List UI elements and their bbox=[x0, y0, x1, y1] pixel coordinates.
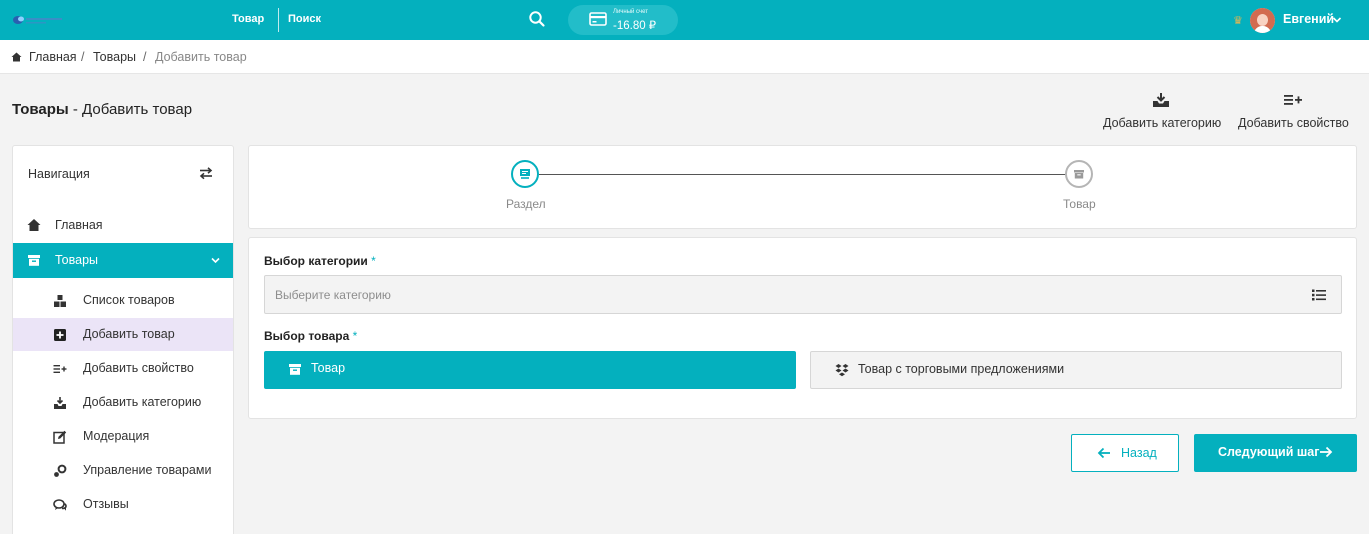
stepper-card bbox=[248, 145, 1357, 229]
inbox-download-icon bbox=[1153, 93, 1169, 107]
sidebar-title: Навигация bbox=[28, 167, 90, 181]
category-select[interactable]: Выберите категорию bbox=[264, 275, 1342, 314]
comments-icon bbox=[53, 499, 67, 511]
avatar[interactable] bbox=[1250, 8, 1275, 33]
home-icon[interactable] bbox=[11, 52, 22, 62]
breadcrumb: Главная / Товары / Добавить товар bbox=[0, 40, 1369, 74]
account-label: Личный счет bbox=[613, 9, 649, 15]
add-category-label: Добавить категорию bbox=[1103, 116, 1222, 130]
step-product-circle[interactable] bbox=[1065, 160, 1093, 188]
sidebar-subitem-label: Модерация bbox=[83, 429, 150, 443]
search-icon[interactable] bbox=[528, 10, 546, 28]
sidebar-item-label: Товары bbox=[55, 253, 98, 267]
sidebar-subitem-add-category[interactable]: Добавить категорию bbox=[13, 386, 233, 419]
product-label-text: Выбор товара bbox=[264, 329, 350, 343]
form-card bbox=[248, 237, 1357, 419]
choice-offers-button[interactable]: Товар с торговыми предложениями bbox=[810, 351, 1342, 389]
list-plus-icon bbox=[53, 365, 67, 373]
arrow-left-icon bbox=[1097, 447, 1110, 459]
breadcrumb-home[interactable]: Главная bbox=[29, 50, 77, 64]
sidebar-subitem-label: Добавить товар bbox=[83, 327, 175, 341]
breadcrumb-separator: / bbox=[81, 50, 85, 64]
logo[interactable] bbox=[12, 12, 64, 28]
add-category-action[interactable]: Добавить категорию bbox=[1103, 92, 1222, 134]
step-product-label: Товар bbox=[1063, 197, 1096, 211]
archive-box-icon bbox=[1074, 170, 1084, 179]
breadcrumb-current: Добавить товар bbox=[155, 50, 247, 64]
dropbox-boxes-icon bbox=[835, 364, 849, 377]
sidebar-subitem-reviews[interactable]: Отзывы bbox=[13, 488, 233, 521]
list-plus-icon bbox=[1284, 95, 1302, 105]
sidebar-subitem-add-product[interactable]: Добавить товар bbox=[13, 318, 233, 351]
nav-search-link[interactable]: Поиск bbox=[288, 13, 321, 25]
sidebar-subitem-label: Управление товарами bbox=[83, 463, 212, 477]
next-step-label: Следующий шаг bbox=[1218, 445, 1320, 459]
page-title: Товары - Добавить товар bbox=[12, 101, 192, 118]
stepper-line bbox=[539, 174, 1066, 175]
add-property-action[interactable]: Добавить свойство bbox=[1238, 92, 1349, 134]
page-title-section: Товары bbox=[12, 101, 69, 118]
sidebar-item-home[interactable]: Главная bbox=[13, 208, 233, 242]
category-label-text: Выбор категории bbox=[264, 254, 368, 268]
arrow-right-icon bbox=[1320, 446, 1333, 458]
step-section-label: Раздел bbox=[506, 197, 546, 211]
page-title-action: - Добавить товар bbox=[68, 101, 193, 118]
sidebar-item-label: Главная bbox=[55, 218, 103, 232]
sidebar-subitem-label: Список товаров bbox=[83, 293, 175, 307]
crown-icon: ♛ bbox=[1233, 15, 1243, 27]
sidebar-subitem-moderation[interactable]: Модерация bbox=[13, 420, 233, 453]
archive-box-icon bbox=[289, 364, 301, 375]
choice-offers-label: Товар с торговыми предложениями bbox=[858, 362, 1065, 376]
credit-card-icon bbox=[589, 12, 607, 26]
nav-product-link[interactable]: Товар bbox=[232, 13, 264, 25]
breadcrumb-separator: / bbox=[143, 50, 147, 64]
sidebar-subitem-product-management[interactable]: Управление товарами bbox=[13, 454, 233, 487]
next-step-button[interactable]: Следующий шаг bbox=[1194, 434, 1357, 472]
account-balance: -16.80 ₽ bbox=[613, 20, 657, 32]
edit-icon bbox=[53, 430, 67, 444]
sidebar-subitem-product-list[interactable]: Список товаров bbox=[13, 284, 233, 317]
category-placeholder: Выберите категорию bbox=[275, 288, 391, 302]
add-property-label: Добавить свойство bbox=[1238, 116, 1349, 130]
back-button[interactable]: Назад bbox=[1071, 434, 1179, 472]
sidebar-subitem-add-property[interactable]: Добавить свойство bbox=[13, 352, 233, 385]
product-field-label: Выбор товара * bbox=[264, 329, 357, 343]
top-bar: Товар Поиск Личный счет -16.80 ₽ ♛ Евген… bbox=[0, 0, 1369, 40]
required-mark: * bbox=[371, 254, 376, 268]
section-icon bbox=[520, 169, 530, 179]
home-icon bbox=[27, 219, 41, 231]
exchange-arrows-icon[interactable] bbox=[199, 166, 213, 180]
chevron-down-icon bbox=[211, 257, 220, 264]
required-mark: * bbox=[352, 329, 358, 343]
inbox-download-icon bbox=[54, 397, 66, 409]
account-balance-pill[interactable]: Личный счет -16.80 ₽ bbox=[568, 5, 678, 35]
breadcrumb-products[interactable]: Товары bbox=[93, 50, 136, 64]
user-name[interactable]: Евгений bbox=[1283, 12, 1334, 26]
chevron-down-icon[interactable] bbox=[1332, 15, 1342, 25]
archive-box-icon bbox=[28, 255, 40, 266]
list-icon[interactable] bbox=[1311, 288, 1327, 302]
sidebar-item-products[interactable]: Товары bbox=[13, 243, 233, 278]
category-field-label: Выбор категории * bbox=[264, 254, 376, 268]
back-label: Назад bbox=[1121, 446, 1157, 460]
plus-square-icon bbox=[54, 329, 66, 341]
sidebar-subitem-label: Добавить свойство bbox=[83, 361, 194, 375]
sidebar-navigation: Навигация Главная Товары Список товаров bbox=[12, 145, 234, 534]
gears-icon bbox=[54, 464, 67, 477]
top-divider bbox=[278, 8, 279, 32]
choice-product-button[interactable]: Товар bbox=[264, 351, 796, 389]
sidebar-subitem-label: Отзывы bbox=[83, 497, 129, 511]
step-section-circle[interactable] bbox=[511, 160, 539, 188]
boxes-icon bbox=[54, 295, 66, 307]
choice-product-label: Товар bbox=[311, 361, 346, 375]
sidebar-subitem-label: Добавить категорию bbox=[83, 395, 202, 409]
